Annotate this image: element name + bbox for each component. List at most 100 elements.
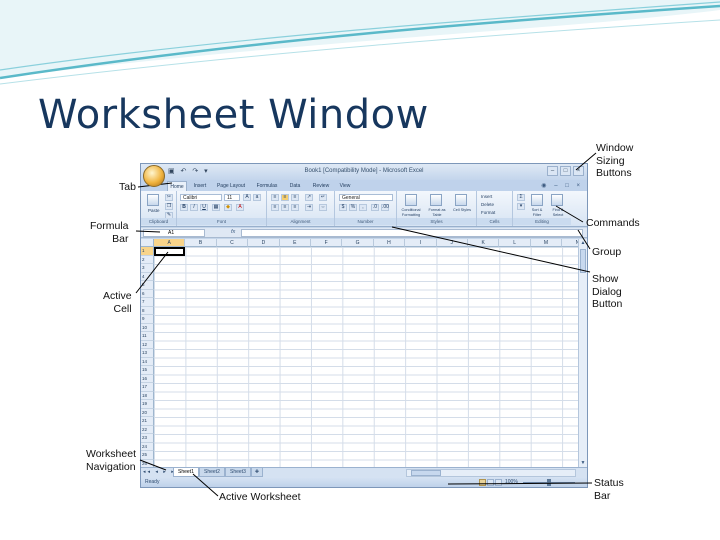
row-header[interactable]: 19 bbox=[141, 400, 154, 409]
percent-icon[interactable]: % bbox=[349, 204, 357, 211]
format-as-table-icon[interactable] bbox=[430, 194, 442, 206]
row-header[interactable]: 11 bbox=[141, 332, 154, 341]
normal-view-icon[interactable] bbox=[479, 479, 486, 486]
active-cell[interactable] bbox=[154, 247, 185, 256]
shrink-font-icon[interactable]: a bbox=[253, 194, 261, 201]
column-header[interactable]: D bbox=[248, 239, 280, 247]
align-bottom-icon[interactable]: ≡ bbox=[291, 194, 299, 201]
orientation-icon[interactable]: ↗ bbox=[305, 194, 313, 201]
align-top-icon[interactable]: ≡ bbox=[271, 194, 279, 201]
indent-icon[interactable]: ⇥ bbox=[305, 204, 313, 211]
sort-filter-icon[interactable] bbox=[531, 194, 543, 206]
column-header[interactable]: M bbox=[530, 239, 563, 247]
cell-styles-icon[interactable] bbox=[455, 194, 467, 206]
column-header[interactable]: F bbox=[311, 239, 343, 247]
worksheet-cells[interactable] bbox=[154, 247, 578, 467]
row-header[interactable]: 14 bbox=[141, 357, 154, 366]
row-header[interactable]: 9 bbox=[141, 315, 154, 324]
insert-cells-button[interactable]: Insert bbox=[481, 194, 492, 199]
underline-icon[interactable]: U bbox=[200, 204, 208, 211]
select-all-corner[interactable] bbox=[141, 239, 154, 247]
comma-icon[interactable]: , bbox=[359, 204, 367, 211]
help-and-ribbon-controls[interactable]: ◉ – □ × bbox=[541, 182, 583, 189]
row-header[interactable]: 17 bbox=[141, 383, 154, 392]
row-header[interactable]: 15 bbox=[141, 366, 154, 375]
sheet-tab-sheet2[interactable]: Sheet2 bbox=[199, 468, 225, 477]
row-header[interactable]: 24 bbox=[141, 442, 154, 451]
currency-icon[interactable]: $ bbox=[339, 204, 347, 211]
row-header[interactable]: 3 bbox=[141, 264, 154, 273]
row-header[interactable]: 10 bbox=[141, 323, 154, 332]
row-header[interactable]: 5 bbox=[141, 281, 154, 290]
align-right-icon[interactable]: ≡ bbox=[291, 204, 299, 211]
row-header[interactable]: 1 bbox=[141, 247, 154, 256]
row-header[interactable]: 26 bbox=[141, 459, 154, 467]
maximize-button[interactable]: □ bbox=[560, 166, 571, 176]
wrap-text-icon[interactable]: ↵ bbox=[319, 194, 327, 201]
tab-review[interactable]: Review bbox=[311, 181, 331, 191]
row-header[interactable]: 4 bbox=[141, 272, 154, 281]
column-header[interactable]: L bbox=[499, 239, 531, 247]
tab-data[interactable]: Data bbox=[287, 181, 303, 191]
autosum-icon[interactable]: Σ bbox=[517, 194, 525, 201]
copy-icon[interactable]: ❐ bbox=[165, 203, 173, 210]
column-header[interactable]: H bbox=[373, 239, 406, 247]
horizontal-scroll-thumb[interactable] bbox=[411, 470, 441, 476]
delete-cells-button[interactable]: Delete bbox=[481, 202, 494, 207]
formula-input[interactable] bbox=[241, 229, 583, 237]
column-header[interactable]: J bbox=[436, 239, 468, 247]
row-header[interactable]: 23 bbox=[141, 434, 154, 443]
align-left-icon[interactable]: ≡ bbox=[271, 204, 279, 211]
bold-icon[interactable]: B bbox=[180, 204, 188, 211]
sheet-tab-sheet3[interactable]: Sheet3 bbox=[225, 468, 251, 477]
cut-icon[interactable]: ✂ bbox=[165, 194, 173, 201]
tab-page-layout[interactable]: Page Layout bbox=[215, 181, 247, 191]
column-header[interactable]: E bbox=[279, 239, 311, 247]
row-header[interactable]: 18 bbox=[141, 391, 154, 400]
row-header[interactable]: 20 bbox=[141, 408, 154, 417]
vertical-scroll-thumb[interactable] bbox=[580, 249, 586, 273]
align-center-icon[interactable]: ≡ bbox=[281, 204, 289, 211]
tab-insert[interactable]: Insert bbox=[191, 181, 209, 191]
font-name-select[interactable]: Calibri bbox=[180, 194, 222, 201]
horizontal-scrollbar[interactable] bbox=[406, 469, 576, 477]
grow-font-icon[interactable]: A bbox=[243, 194, 251, 201]
find-select-icon[interactable] bbox=[551, 194, 563, 206]
page-layout-view-icon[interactable] bbox=[487, 479, 494, 486]
fill-icon[interactable]: ▾ bbox=[517, 203, 525, 210]
number-format-select[interactable]: General bbox=[339, 194, 393, 201]
row-header[interactable]: 13 bbox=[141, 349, 154, 358]
name-box[interactable]: A1 bbox=[143, 229, 205, 237]
align-middle-icon[interactable]: ≡ bbox=[281, 194, 289, 201]
paste-icon[interactable] bbox=[147, 194, 159, 206]
column-header[interactable]: A bbox=[154, 239, 186, 247]
border-icon[interactable]: ▦ bbox=[212, 204, 220, 211]
insert-sheet-icon[interactable]: ✚ bbox=[251, 468, 263, 477]
column-header[interactable]: I bbox=[405, 239, 437, 247]
row-header[interactable]: 25 bbox=[141, 451, 154, 460]
row-header[interactable]: 22 bbox=[141, 425, 154, 434]
row-header[interactable]: 6 bbox=[141, 289, 154, 298]
font-size-select[interactable]: 11 bbox=[224, 194, 240, 201]
format-cells-button[interactable]: Format bbox=[481, 210, 495, 215]
italic-icon[interactable]: I bbox=[190, 204, 198, 211]
row-header[interactable]: 12 bbox=[141, 340, 154, 349]
scroll-up-icon[interactable]: ▲ bbox=[579, 239, 587, 247]
row-header[interactable]: 8 bbox=[141, 306, 154, 315]
close-button[interactable]: × bbox=[573, 166, 584, 176]
scroll-down-icon[interactable]: ▼ bbox=[579, 459, 587, 467]
row-header[interactable]: 21 bbox=[141, 417, 154, 426]
font-color-icon[interactable]: A bbox=[236, 204, 244, 211]
column-header[interactable]: C bbox=[216, 239, 249, 247]
merge-center-icon[interactable]: ⇔ bbox=[319, 204, 327, 211]
row-header[interactable]: 7 bbox=[141, 298, 154, 307]
page-break-view-icon[interactable] bbox=[495, 479, 502, 486]
column-header[interactable]: B bbox=[185, 239, 217, 247]
office-button[interactable] bbox=[143, 165, 165, 187]
column-header[interactable]: N bbox=[562, 239, 578, 247]
minimize-button[interactable]: – bbox=[547, 166, 558, 176]
row-header[interactable]: 16 bbox=[141, 374, 154, 383]
tab-formulas[interactable]: Formulas bbox=[255, 181, 279, 191]
decrease-decimal-icon[interactable]: .00 bbox=[381, 204, 389, 211]
zoom-slider-knob[interactable] bbox=[547, 479, 551, 486]
